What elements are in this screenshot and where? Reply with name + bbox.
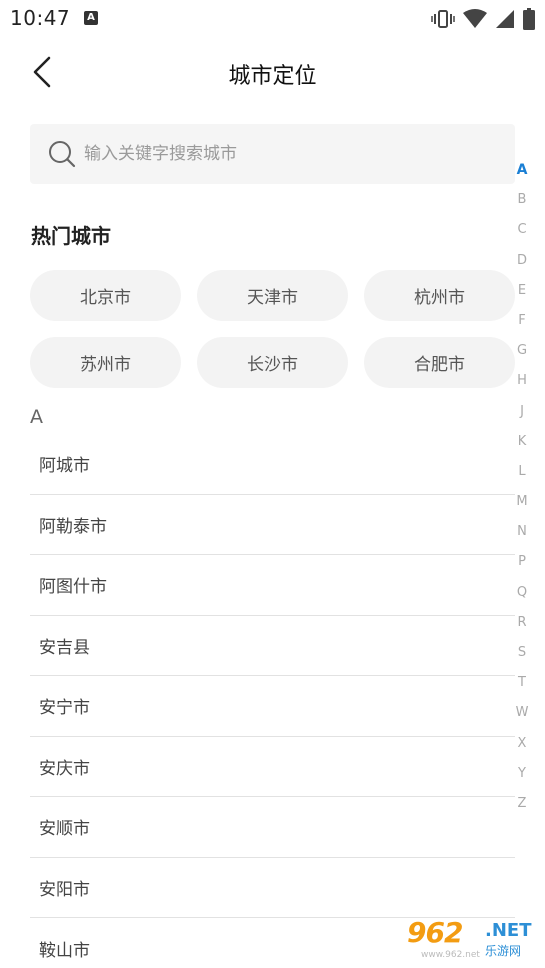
city-list-item[interactable]: 阿勒泰市 <box>30 495 515 555</box>
nav-bar: 城市定位 <box>0 40 545 104</box>
city-list-item[interactable]: 阿图什市 <box>30 555 515 616</box>
status-bar: 10:47 A <box>0 0 545 36</box>
index-letter-p[interactable]: P <box>518 547 526 577</box>
index-letter-x[interactable]: X <box>518 729 527 759</box>
index-letter-f[interactable]: F <box>518 306 525 336</box>
index-letter-j[interactable]: J <box>520 397 524 427</box>
index-letter-a[interactable]: A <box>517 155 528 185</box>
a-icon: A <box>84 11 98 25</box>
index-letter-k[interactable]: K <box>518 427 527 457</box>
index-letter-m[interactable]: M <box>516 487 527 517</box>
status-time: 10:47 <box>10 6 71 30</box>
status-icons <box>431 8 535 30</box>
hot-cities-grid: 北京市 天津市 杭州市 苏州市 长沙市 合肥市 <box>30 270 515 388</box>
city-list-item[interactable]: 安庆市 <box>30 737 515 797</box>
index-letter-w[interactable]: W <box>516 698 529 728</box>
watermark-url: www.962.net <box>421 950 480 960</box>
hot-cities-title: 热门城市 <box>31 224 111 248</box>
vibrate-icon <box>431 10 455 28</box>
city-list: 阿城市 阿勒泰市 阿图什市 安吉县 安宁市 安庆市 安顺市 安阳市 鞍山市 <box>30 434 515 968</box>
wifi-icon <box>463 9 487 28</box>
hot-city-chip[interactable]: 天津市 <box>197 270 348 321</box>
index-letter-q[interactable]: Q <box>517 578 527 608</box>
page-title: 城市定位 <box>228 64 317 89</box>
index-letter-b[interactable]: B <box>518 185 527 215</box>
index-letter-z[interactable]: Z <box>518 789 527 819</box>
alphabet-index-bar[interactable]: A B C D E F G H J K L M N P Q R S T W X … <box>511 155 533 819</box>
city-list-item[interactable]: 安阳市 <box>30 858 515 918</box>
index-letter-c[interactable]: C <box>517 215 526 245</box>
index-letter-l[interactable]: L <box>518 457 525 487</box>
city-list-item[interactable]: 安吉县 <box>30 616 515 676</box>
index-letter-t[interactable]: T <box>518 668 526 698</box>
section-letter: A <box>30 406 43 428</box>
watermark-net: .NET <box>485 920 532 941</box>
battery-icon <box>523 8 535 30</box>
signal-icon <box>496 10 514 28</box>
watermark-logo: 962 .NET 乐游网 www.962.net <box>407 916 543 964</box>
city-list-item[interactable]: 安顺市 <box>30 797 515 858</box>
hot-city-chip[interactable]: 苏州市 <box>30 337 181 388</box>
index-letter-s[interactable]: S <box>518 638 526 668</box>
city-list-item[interactable]: 安宁市 <box>30 676 515 737</box>
watermark-sub: 乐游网 <box>485 944 522 958</box>
index-letter-n[interactable]: N <box>517 517 527 547</box>
index-letter-h[interactable]: H <box>517 366 527 396</box>
city-list-item[interactable]: 阿城市 <box>30 434 515 495</box>
hot-city-chip[interactable]: 合肥市 <box>364 337 515 388</box>
search-input[interactable] <box>84 124 504 184</box>
hot-city-chip[interactable]: 北京市 <box>30 270 181 321</box>
index-letter-e[interactable]: E <box>518 276 526 306</box>
index-letter-r[interactable]: R <box>517 608 526 638</box>
search-box[interactable] <box>30 124 515 184</box>
index-letter-y[interactable]: Y <box>518 759 526 789</box>
watermark-number: 962 <box>407 916 463 949</box>
index-letter-d[interactable]: D <box>517 246 527 276</box>
index-letter-g[interactable]: G <box>517 336 527 366</box>
search-icon <box>49 141 76 168</box>
hot-city-chip[interactable]: 长沙市 <box>197 337 348 388</box>
hot-city-chip[interactable]: 杭州市 <box>364 270 515 321</box>
